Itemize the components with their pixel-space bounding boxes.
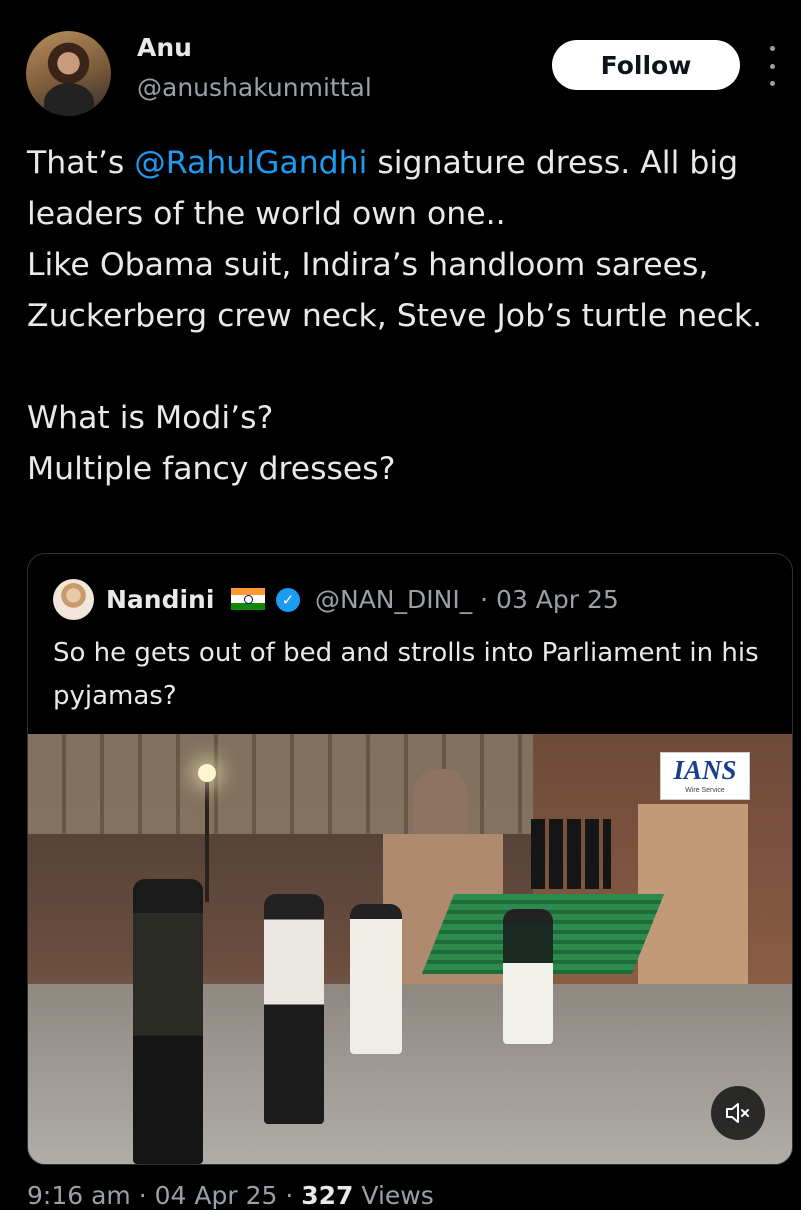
watermark-subtext: Wire Service [685, 787, 725, 794]
author-handle[interactable]: @anushakunmittal [137, 73, 372, 102]
tweet-timestamp-views: 9:16 am · 04 Apr 25 · 327 Views [27, 1181, 434, 1210]
mention-link[interactable]: @RahulGandhi [134, 145, 367, 181]
author-name[interactable]: Anu [137, 33, 192, 62]
quote-author-name[interactable]: Nandini [106, 585, 214, 614]
tweet-date[interactable]: 04 Apr 25 [155, 1181, 278, 1210]
more-options-icon[interactable] [764, 46, 780, 86]
author-avatar[interactable] [26, 31, 111, 116]
tweet-time[interactable]: 9:16 am [27, 1181, 131, 1210]
tweet-text-rest: signature dress. All big leaders of the … [27, 145, 763, 487]
quote-video[interactable]: IANS Wire Service [28, 734, 792, 1164]
tweet-text-start: That’s [27, 145, 135, 181]
watermark-text: IANS [673, 755, 737, 785]
quote-handle-date: @NAN_DINI_ · 03 Apr 25 [315, 585, 619, 614]
lamp-post [205, 782, 209, 902]
people-group [531, 819, 611, 889]
person [503, 909, 553, 1044]
person [264, 894, 324, 1124]
views-label: Views [361, 1181, 434, 1210]
quote-author-avatar[interactable] [53, 579, 94, 620]
person [350, 904, 402, 1054]
ians-watermark-logo: IANS Wire Service [660, 752, 750, 800]
verified-badge-icon: ✓ [276, 588, 300, 612]
person [133, 879, 203, 1164]
lamp-light [198, 764, 216, 782]
quote-text: So he gets out of bed and strolls into P… [53, 638, 759, 711]
quoted-tweet[interactable]: Nandini ✓ @NAN_DINI_ · 03 Apr 25 So he g… [27, 553, 793, 1165]
statue [413, 769, 468, 839]
speaker-muted-icon[interactable] [711, 1086, 765, 1140]
views-count: 327 [301, 1181, 354, 1210]
tweet-text: That’s @RahulGandhi signature dress. All… [27, 138, 777, 495]
india-flag-icon [231, 588, 265, 610]
follow-button[interactable]: Follow [552, 40, 740, 90]
